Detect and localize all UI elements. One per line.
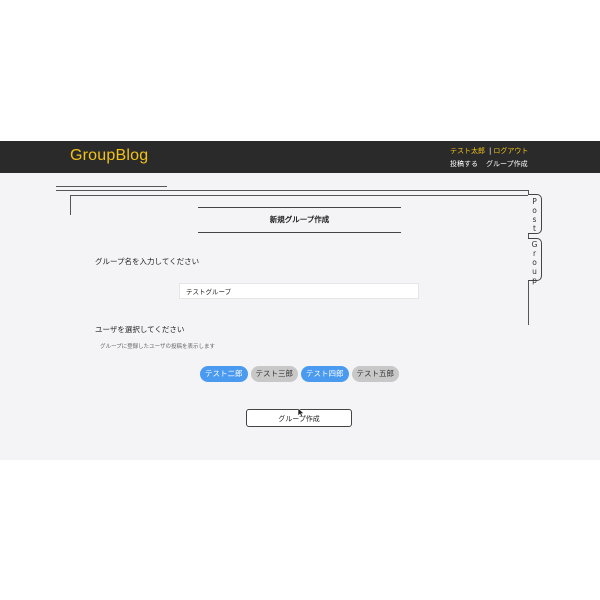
header-nav: 投稿する グループ作成 xyxy=(450,159,528,169)
user-select-hint: グループに登録したユーザの投稿を表示します xyxy=(100,344,216,350)
side-tab-group[interactable]: Group xyxy=(528,238,542,285)
mouse-cursor-icon xyxy=(298,408,305,418)
logout-link[interactable]: ログアウト xyxy=(493,147,528,155)
nav-create-group-link[interactable]: グループ作成 xyxy=(486,160,528,168)
frame-line xyxy=(70,195,529,196)
frame-line xyxy=(56,190,529,191)
user-chip-list: テスト二郎 テスト三郎 テスト四郎 テスト五郎 xyxy=(200,366,399,382)
user-chip-shiro[interactable]: テスト四郎 xyxy=(301,366,349,382)
nav-post-link[interactable]: 投稿する xyxy=(450,160,478,168)
group-name-label: グループ名を入力してください xyxy=(95,257,200,266)
group-name-input[interactable] xyxy=(179,283,419,299)
user-menu: テスト太郎 | ログアウト xyxy=(450,146,528,156)
side-tab-post[interactable]: Post xyxy=(528,194,542,234)
page-title: 新規グループ作成 xyxy=(198,207,401,233)
user-select-label: ユーザを選択してください xyxy=(95,325,185,334)
user-menu-separator: | xyxy=(489,147,492,155)
user-chip-goro[interactable]: テスト五郎 xyxy=(351,366,399,382)
frame-line xyxy=(70,195,71,215)
brand-logo[interactable]: GroupBlog xyxy=(70,147,148,165)
header-bar: GroupBlog テスト太郎 | ログアウト 投稿する グループ作成 xyxy=(0,141,600,173)
frame-line xyxy=(56,186,167,187)
user-chip-saburo[interactable]: テスト三郎 xyxy=(250,366,298,382)
user-name-link[interactable]: テスト太郎 xyxy=(450,147,485,155)
user-chip-jiro[interactable]: テスト二郎 xyxy=(200,366,248,382)
app-window: GroupBlog テスト太郎 | ログアウト 投稿する グループ作成 Post Gr… xyxy=(0,141,600,460)
